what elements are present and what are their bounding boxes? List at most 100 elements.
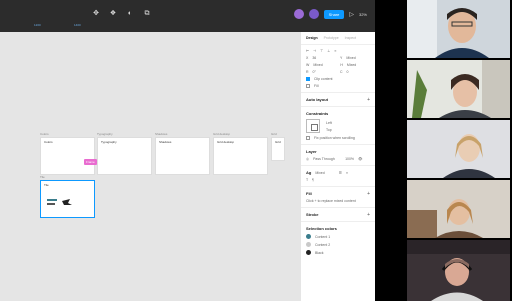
tab-design[interactable]: Design [306, 36, 318, 40]
play-icon[interactable]: ▷ [349, 11, 354, 18]
frame-label: Shadows [155, 132, 168, 136]
panel-tabs: Design Prototype Inspect [301, 32, 375, 45]
add-stroke-icon[interactable]: + [367, 212, 370, 218]
move-tool-icon[interactable]: ✥ [92, 10, 100, 18]
avatar[interactable] [308, 9, 319, 19]
add-fill-icon[interactable]: + [367, 191, 370, 197]
canvas[interactable]: Colors Colors Typography Typography Shad… [0, 32, 300, 301]
color-name: Content 2 [315, 242, 331, 247]
alignment-section: ⊢ ⊣ ⊤ ⊥ ≡ X 36 Y Mixed W Mixed H Mixed R… [301, 45, 375, 93]
contrast-tool-icon[interactable]: ◐ [126, 10, 134, 18]
zoom-level[interactable]: 32% [359, 12, 367, 17]
fill-checkbox[interactable] [306, 84, 310, 88]
rotation-label: R [306, 70, 309, 74]
frame-grid[interactable]: Grid [271, 137, 285, 161]
fill-row: Fill [306, 84, 370, 88]
y-input[interactable]: Mixed [346, 56, 370, 60]
layer-row: ◎ Pass Through 100% 👁 [306, 157, 370, 161]
clip-content-label: Clip content [314, 77, 333, 81]
frame-title: Colors [44, 140, 53, 144]
eye-icon[interactable]: 👁 [358, 157, 362, 161]
align-right-icon[interactable]: ⊤ [320, 49, 323, 53]
color-row[interactable]: Content 2 [306, 242, 370, 247]
selection-colors-section: Selection colors Content 1 Content 2 Bla… [301, 222, 375, 259]
participant-avatar [407, 0, 510, 58]
constraint-h-row: Left [326, 121, 332, 125]
text-style-icon[interactable]: ¶ [312, 178, 314, 182]
participant-video[interactable] [407, 180, 510, 238]
frame-label: Colors [40, 132, 49, 136]
frame-title: Grid [275, 140, 281, 144]
blend-mode-select[interactable]: Pass Through [313, 157, 341, 161]
color-swatch[interactable] [306, 250, 311, 255]
align-left-icon[interactable]: ⊢ [306, 49, 309, 53]
align-top-icon[interactable]: ⊥ [327, 49, 330, 53]
constraint-widget[interactable] [306, 119, 320, 133]
text-align-left-icon[interactable]: ☰ [339, 171, 342, 175]
fix-position-checkbox[interactable] [306, 136, 310, 140]
clip-row: Clip content [306, 77, 370, 81]
text-style-icon[interactable]: T [306, 178, 308, 182]
size-row: W Mixed H Mixed [306, 63, 370, 67]
participant-avatar [407, 60, 510, 118]
frame-tile[interactable]: Tile [40, 180, 95, 218]
fill-title: Fill [306, 191, 312, 196]
participant-video[interactable] [407, 120, 510, 178]
radius-label: C [340, 70, 343, 74]
fix-position-label: Fix position when scrolling [314, 136, 355, 140]
color-row[interactable]: Black [306, 250, 370, 255]
participant-video[interactable] [407, 0, 510, 58]
auto-layout-section: Auto layout + [301, 93, 375, 107]
align-center-icon[interactable]: ⊣ [313, 49, 316, 53]
radius-input[interactable]: 0 [347, 70, 370, 74]
tab-prototype[interactable]: Prototype [324, 36, 339, 40]
frame-label: Grid [271, 132, 277, 136]
participant-video[interactable] [407, 240, 510, 301]
h-label: H [340, 63, 343, 67]
w-input[interactable]: Mixed [313, 63, 336, 67]
x-input[interactable]: 36 [312, 56, 336, 60]
frame-title: Typography [101, 140, 117, 144]
h-input[interactable]: Mixed [347, 63, 370, 67]
frame-title: Shadows [159, 140, 172, 144]
text-align-center-icon[interactable]: ≡ [346, 171, 348, 175]
w-label: W [306, 63, 310, 67]
participant-video[interactable] [407, 60, 510, 118]
fill-section: Fill + Click + to replace mixed content [301, 187, 375, 208]
ruler-tick: 1400 [74, 23, 81, 27]
text-size[interactable]: Mixed [315, 171, 324, 175]
color-name: Content 1 [315, 234, 331, 239]
divider [375, 0, 405, 301]
color-swatch[interactable] [306, 234, 311, 239]
share-button[interactable]: Share [323, 9, 345, 19]
frame-label: Typography [97, 132, 113, 136]
color-row[interactable]: Content 1 [306, 234, 370, 239]
frame-label: Tile [40, 175, 45, 179]
color-swatch[interactable] [306, 242, 311, 247]
component-tool-icon[interactable]: ❖ [109, 10, 117, 18]
align-row: ⊢ ⊣ ⊤ ⊥ ≡ [306, 49, 370, 53]
constraints-section: Constraints Left Top Fix position when s… [301, 107, 375, 145]
layers-tool-icon[interactable]: ⧉ [143, 10, 151, 18]
text-style-row: T ¶ [306, 178, 370, 182]
opacity-input[interactable]: 100% [345, 157, 354, 161]
tab-inspect[interactable]: Inspect [345, 36, 356, 40]
add-auto-layout-icon[interactable]: + [367, 97, 370, 103]
frame-typography[interactable]: Typography [97, 137, 152, 175]
distribute-icon[interactable]: ≡ [334, 49, 336, 53]
constraint-h-select[interactable]: Left [326, 121, 332, 125]
frame-label: Grid desktop [213, 132, 231, 136]
avatar[interactable] [293, 9, 304, 19]
drag-label: Frame [84, 159, 97, 165]
constraint-v-select[interactable]: Top [326, 128, 332, 132]
frame-colors[interactable]: Colors [40, 137, 95, 175]
auto-layout-title: Auto layout [306, 97, 328, 102]
rotation-input[interactable]: 0° [313, 70, 336, 74]
clip-content-checkbox[interactable] [306, 77, 310, 81]
fill-hint: Click + to replace mixed content [306, 199, 356, 203]
toolbar-right: Share ▷ 32% [293, 9, 367, 19]
x-label: X [306, 56, 309, 60]
frame-grid-desktop[interactable]: Grid desktop [213, 137, 268, 175]
position-row: X 36 Y Mixed [306, 56, 370, 60]
frame-shadows[interactable]: Shadows [155, 137, 210, 175]
